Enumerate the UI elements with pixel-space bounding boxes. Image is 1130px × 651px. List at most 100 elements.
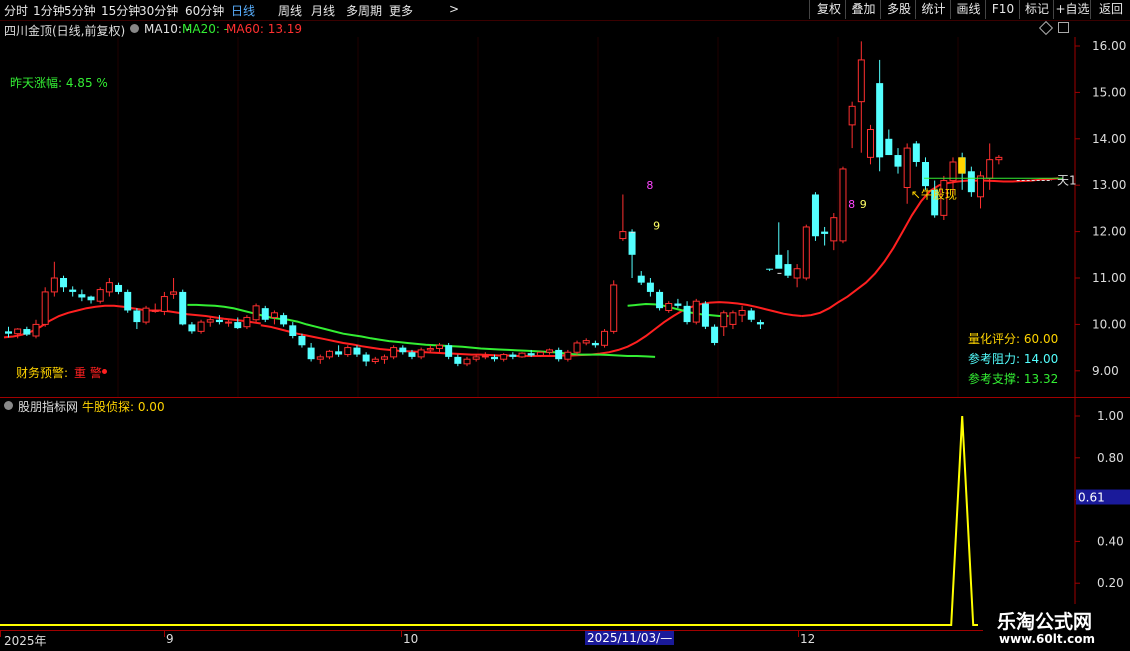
candle-body: [417, 349, 425, 358]
timeframe-tab[interactable]: 15分钟: [101, 2, 140, 19]
toolbar-button[interactable]: 标记: [1019, 0, 1054, 19]
candle-body: [454, 356, 462, 364]
candle-body: [225, 321, 233, 324]
candle-body: [243, 316, 251, 328]
candle-body: [564, 351, 572, 360]
candle-body: [986, 159, 994, 179]
indicator-axis-label: 1.00: [1097, 409, 1124, 423]
candle-body: [270, 312, 278, 318]
timeframe-tab[interactable]: 日线: [231, 2, 255, 19]
candle-body: [5, 331, 12, 334]
cursor-value-label: 0.61: [1078, 491, 1105, 505]
timeframe-tab[interactable]: 30分钟: [139, 2, 178, 19]
ma-red-line: [526, 301, 802, 357]
timeframe-tab[interactable]: 周线: [278, 2, 302, 19]
candle-body: [720, 312, 728, 328]
timeframe-tab[interactable]: 60分钟: [185, 2, 224, 19]
indicator-chart[interactable]: 1.000.800.600.400.200.61: [0, 398, 1130, 630]
candle-body: [766, 268, 774, 270]
price-label: 9.00: [1092, 364, 1119, 378]
timeframe-tab[interactable]: 多周期: [346, 2, 382, 19]
candle-body: [69, 289, 77, 292]
candle-body: [390, 347, 398, 358]
toolbar-button[interactable]: 叠加: [845, 0, 881, 19]
candle-body: [839, 168, 847, 242]
timeframe-tab[interactable]: 月线: [311, 2, 335, 19]
price-label: 15.00: [1092, 85, 1126, 99]
timeframe-tab[interactable]: 5分钟: [64, 2, 96, 19]
candle-body: [885, 138, 893, 156]
time-label-9: 9: [166, 632, 174, 646]
candle-body: [325, 350, 333, 358]
candle-body: [151, 309, 159, 312]
score-label: 量化评分: 60.00: [968, 332, 1059, 346]
candlestick-chart[interactable]: 16.0015.0014.0013.0012.0011.0010.009.00 …: [0, 37, 1130, 397]
candle-body: [234, 322, 242, 329]
candle-body: [435, 344, 443, 350]
candle-body: [692, 300, 700, 323]
candle-body: [133, 310, 141, 323]
tick: [798, 631, 799, 637]
candle-body: [399, 347, 407, 353]
candle-body: [711, 326, 719, 343]
candle-body: [481, 355, 489, 358]
timeframe-tab[interactable]: 更多: [389, 2, 413, 19]
more-chevron-icon[interactable]: >: [449, 2, 459, 16]
maximize-icon[interactable]: [1058, 22, 1069, 33]
candle-body: [491, 356, 499, 360]
candle-body: [903, 147, 911, 189]
diamond-icon[interactable]: [1038, 20, 1054, 36]
candle-body: [344, 347, 352, 356]
candle-body: [582, 340, 590, 344]
price-label: 10.00: [1092, 317, 1126, 331]
toolbar-button[interactable]: 复权: [809, 0, 848, 19]
candle-body: [298, 336, 306, 346]
highlight-candle: [958, 157, 966, 174]
cursor-date-label: 2025/11/03/—: [585, 631, 675, 645]
candle-body: [601, 330, 609, 346]
indicator-axis-label: 0.80: [1097, 451, 1124, 465]
indicator-axis-label: 0.20: [1097, 576, 1124, 590]
candle-body: [215, 319, 223, 323]
time-axis: 2025年 9 10 2025/11/03/— 12: [0, 630, 1130, 651]
candle-body: [665, 303, 673, 311]
ma20-label: MA20: -: [182, 22, 229, 36]
candle-body: [591, 342, 599, 346]
top-toolbar: 分时 1分钟 5分钟 15分钟 30分钟 60分钟 日线 周线 月线 多周期 更多 > 复权 叠加 多股统…: [0, 0, 1130, 21]
timeframe-tab[interactable]: 1分钟: [33, 2, 65, 19]
candle-body: [50, 277, 58, 293]
toolbar-button[interactable]: +自选: [1053, 0, 1091, 19]
toolbar-button[interactable]: 返回: [1090, 0, 1130, 19]
yesterday-change-label: 昨天涨幅: 4.85 %: [10, 76, 108, 90]
candle-body: [472, 356, 480, 360]
toolbar-button[interactable]: 统计: [915, 0, 951, 19]
candle-body: [573, 342, 581, 353]
tick: [164, 631, 165, 637]
candle-body: [518, 352, 526, 358]
candle-body: [802, 226, 810, 279]
candle-body: [160, 296, 168, 312]
finance-warning-label: 财务预警:: [16, 366, 69, 380]
candle-body: [170, 291, 178, 295]
candle-body: [912, 143, 920, 162]
settings-dot-icon[interactable]: [130, 24, 139, 33]
candle-body: [830, 217, 838, 242]
candle-body: [500, 354, 508, 360]
indicator-axis-label: 0.40: [1097, 534, 1124, 548]
toolbar-button[interactable]: 多股: [880, 0, 917, 19]
candle-body: [115, 284, 123, 292]
candle-body: [637, 275, 645, 283]
candle-body: [784, 264, 792, 276]
candle-body: [747, 310, 755, 320]
candle-body: [41, 291, 49, 325]
candle-body: [32, 323, 40, 337]
toolbar-button[interactable]: 画线: [950, 0, 986, 19]
candle-body: [463, 358, 471, 365]
timeframe-tab[interactable]: 分时: [4, 2, 28, 19]
candle-body: [23, 329, 31, 335]
tick: [401, 631, 402, 637]
candle-body: [96, 289, 104, 302]
toolbar-button[interactable]: F10: [985, 0, 1020, 19]
td-count-label: 9: [653, 220, 660, 233]
support-label: 参考支撑: 13.32: [968, 372, 1059, 386]
